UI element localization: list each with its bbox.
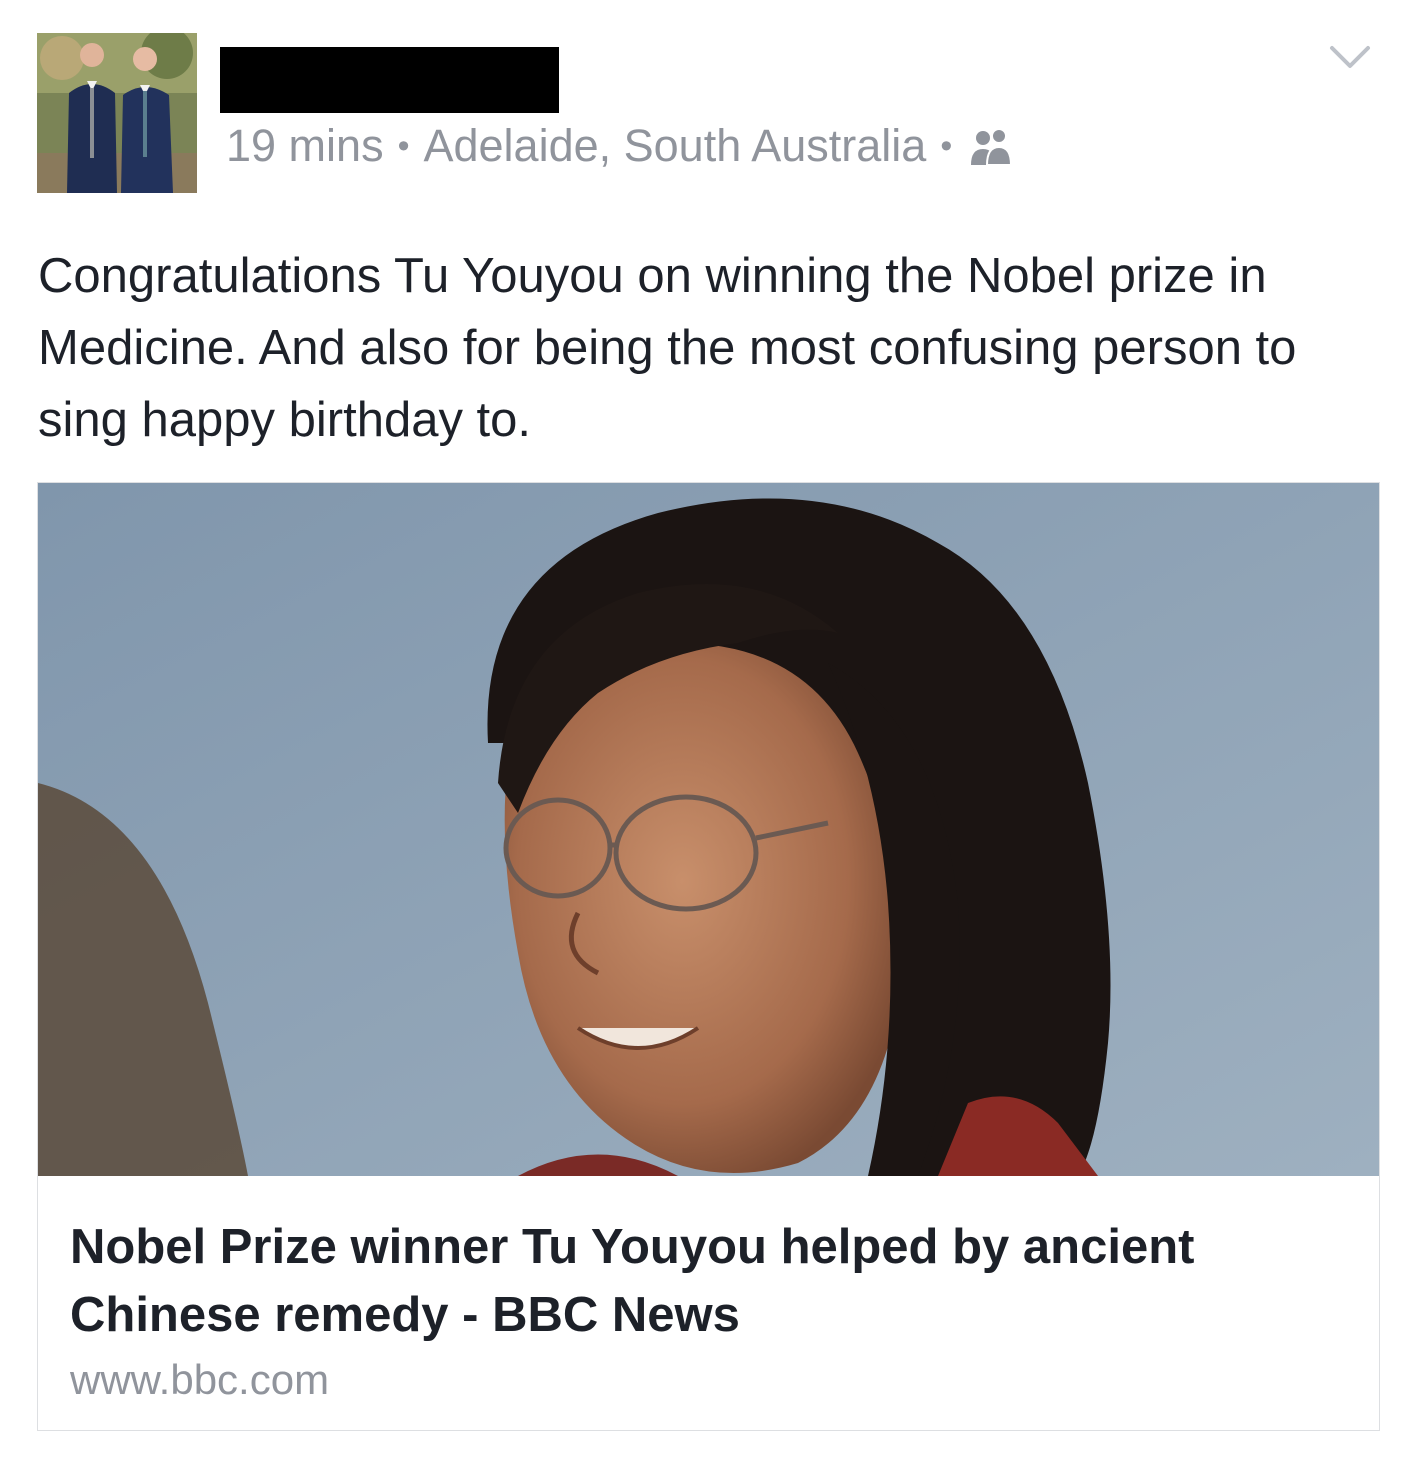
link-preview-image[interactable]: [38, 483, 1379, 1176]
link-title[interactable]: Nobel Prize winner Tu Youyou helped by a…: [70, 1213, 1330, 1349]
meta-separator: •: [397, 126, 410, 165]
author-name-redacted: [220, 47, 559, 113]
meta-separator: •: [940, 126, 953, 165]
post-text: Congratulations Tu Youyou on winning the…: [38, 249, 1297, 447]
link-domain: www.bbc.com: [70, 1356, 330, 1403]
post-timestamp[interactable]: 19 mins: [226, 120, 384, 172]
portrait-photo: [38, 483, 1379, 1176]
link-preview-card[interactable]: Nobel Prize winner Tu Youyou helped by a…: [37, 482, 1380, 1431]
friends-icon[interactable]: [968, 126, 1014, 166]
post-location[interactable]: Adelaide, South Australia: [423, 120, 926, 172]
post-meta: 19 mins • Adelaide, South Australia •: [226, 118, 1014, 174]
chevron-down-icon[interactable]: [1326, 40, 1374, 76]
avatar-photo: [37, 33, 197, 193]
profile-avatar[interactable]: [37, 33, 197, 193]
